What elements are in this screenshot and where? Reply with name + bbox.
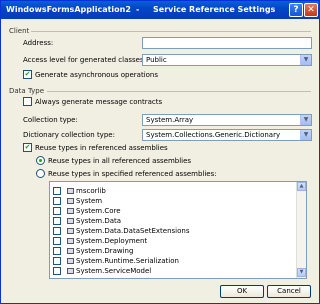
list-item[interactable]: System.Data.DataSetExtensions (50, 226, 290, 236)
assembly-icon (67, 198, 74, 204)
reuse-specified-radio[interactable] (36, 169, 45, 178)
assembly-name: System.Data.DataSetExtensions (76, 227, 190, 235)
reuse-types-label: Reuse types in referenced assemblies (35, 144, 168, 152)
assembly-checkbox[interactable] (53, 247, 61, 255)
assembly-name: System.Runtime.Serialization (76, 257, 179, 265)
assembly-checkbox[interactable] (53, 237, 61, 245)
list-item[interactable]: System.Deployment (50, 236, 290, 246)
assembly-checkbox[interactable] (53, 227, 61, 235)
assembly-name: System.ServiceModel (76, 267, 152, 275)
access-level-select[interactable]: Public ▼ (142, 54, 312, 66)
assembly-icon (67, 218, 74, 224)
chevron-down-icon: ▼ (300, 115, 311, 125)
list-item[interactable]: System.Core (50, 206, 290, 216)
help-icon: ? (293, 5, 299, 15)
assembly-checkbox[interactable] (53, 207, 61, 215)
assembly-icon (67, 188, 74, 194)
assembly-icon (67, 258, 74, 264)
help-button[interactable]: ? (289, 3, 303, 17)
address-input[interactable] (142, 37, 312, 49)
assembly-name: System.Deployment (76, 237, 148, 245)
list-scrollbar[interactable]: ▲ ▼ (296, 182, 306, 278)
collection-type-select[interactable]: System.Array ▼ (142, 114, 312, 126)
reuse-all-label: Reuse types in all referenced assemblies (48, 157, 192, 165)
assembly-checkbox[interactable] (53, 187, 61, 195)
dictionary-type-value: System.Collections.Generic.Dictionary (146, 131, 281, 139)
chevron-down-icon: ▼ (300, 55, 311, 65)
assembly-icon (67, 268, 74, 274)
chevron-up-icon: ▲ (299, 183, 304, 189)
reuse-types-checkbox[interactable]: ✔ (23, 143, 32, 152)
client-group-label: Client (9, 27, 30, 35)
scroll-up-button[interactable]: ▲ (297, 182, 306, 191)
chevron-down-icon: ▼ (300, 130, 311, 140)
reuse-specified-label: Reuse types in specified referenced asse… (48, 170, 217, 178)
assembly-checkbox[interactable] (53, 257, 61, 265)
address-label: Address: (23, 39, 54, 47)
assembly-checkbox[interactable] (53, 217, 61, 225)
access-level-value: Public (146, 56, 167, 64)
datatype-separator (47, 91, 311, 92)
async-checkbox[interactable]: ✔ (23, 70, 32, 79)
assembly-icon (67, 228, 74, 234)
assembly-name: System (76, 197, 103, 205)
assembly-name: System.Core (76, 207, 121, 215)
assembly-name: mscorlib (76, 187, 106, 195)
assembly-checkbox[interactable] (53, 197, 61, 205)
assembly-list[interactable]: mscorlib System System.Core System.Data … (49, 181, 307, 279)
collection-type-value: System.Array (146, 116, 194, 124)
title-app-name: WindowsFormsApplication2 (6, 5, 131, 14)
datatype-group-label: Data Type (9, 87, 45, 95)
scroll-down-button[interactable]: ▼ (297, 268, 306, 277)
title-dialog-name: Service Reference Settings (153, 5, 276, 14)
async-label: Generate asynchronous operations (35, 71, 159, 79)
always-generate-checkbox[interactable] (23, 97, 32, 106)
assembly-icon (67, 208, 74, 214)
list-item[interactable]: System.Data (50, 216, 290, 226)
title-separator: - (136, 5, 140, 14)
list-item[interactable]: System.Drawing (50, 246, 290, 256)
assembly-name: System.Data (76, 217, 122, 225)
dictionary-type-select[interactable]: System.Collections.Generic.Dictionary ▼ (142, 129, 312, 141)
assembly-name: System.Drawing (76, 247, 134, 255)
assembly-checkbox[interactable] (53, 267, 61, 275)
collection-type-label: Collection type: (23, 116, 78, 124)
cancel-button[interactable]: Cancel (267, 285, 311, 298)
close-button[interactable]: ✕ (304, 3, 318, 17)
client-separator (31, 31, 311, 32)
list-item[interactable]: mscorlib (50, 186, 290, 196)
close-icon: ✕ (307, 5, 315, 15)
list-item[interactable]: System (50, 196, 290, 206)
list-item[interactable]: System.ServiceModel (50, 266, 290, 276)
assembly-icon (67, 238, 74, 244)
title-bar[interactable]: WindowsFormsApplication2 - Service Refer… (1, 1, 319, 19)
reuse-all-radio[interactable] (36, 156, 45, 165)
assembly-icon (67, 248, 74, 254)
chevron-down-icon: ▼ (299, 269, 304, 275)
access-level-label: Access level for generated classes: (23, 56, 146, 64)
always-generate-label: Always generate message contracts (35, 98, 163, 106)
list-item[interactable]: System.Runtime.Serialization (50, 256, 290, 266)
dictionary-type-label: Dictionary collection type: (23, 131, 115, 139)
service-reference-settings-dialog: WindowsFormsApplication2 - Service Refer… (0, 0, 320, 304)
ok-button[interactable]: OK (220, 285, 264, 298)
